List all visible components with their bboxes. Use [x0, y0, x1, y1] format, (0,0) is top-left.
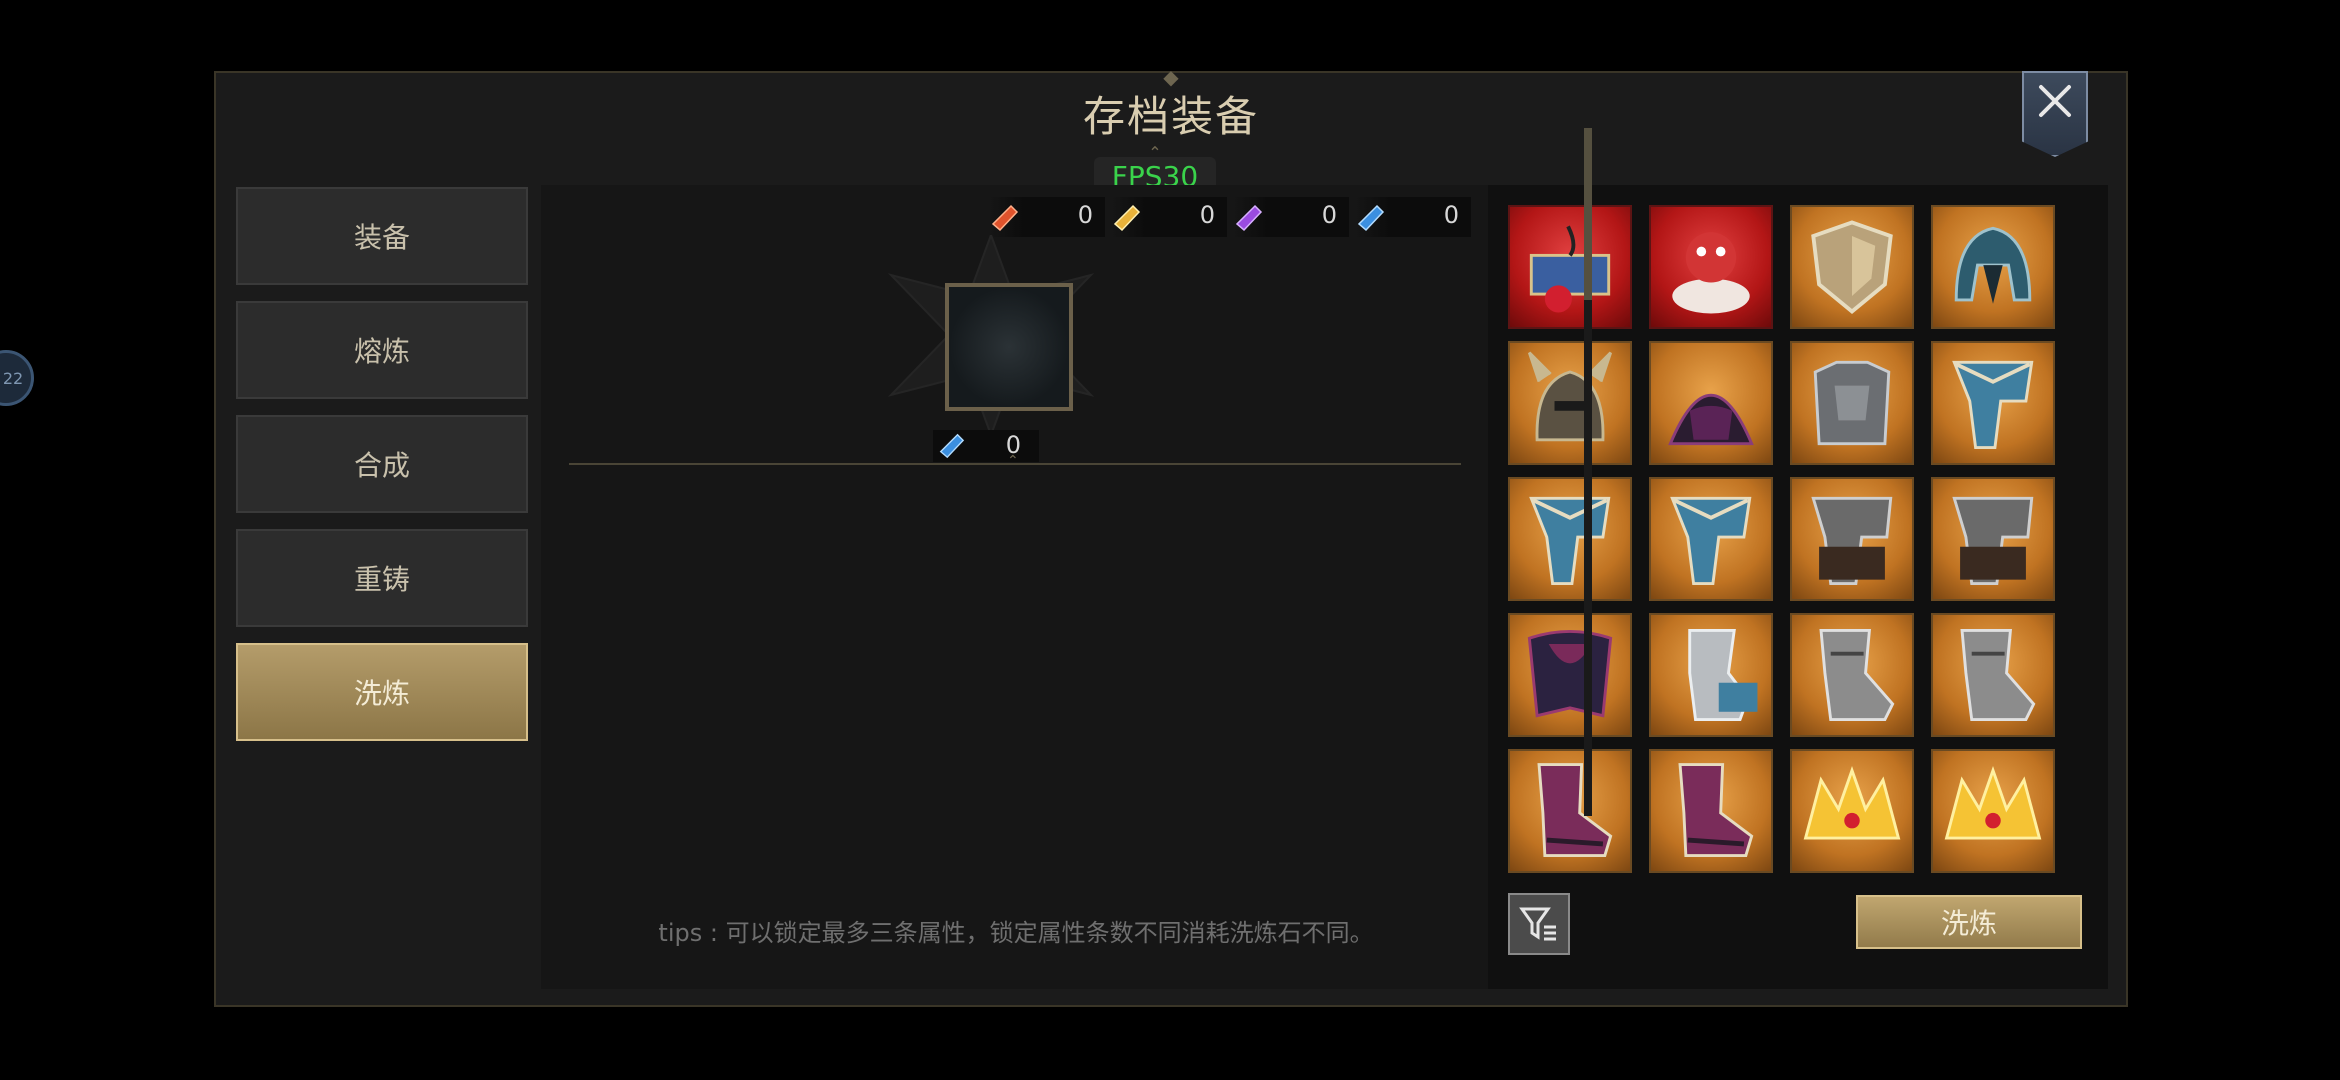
currency-purple: 0	[1233, 197, 1349, 237]
divider-ornament-icon: ⌃	[1007, 453, 1019, 469]
purple-gem-icon	[1235, 204, 1263, 232]
gold-crown-item[interactable]	[1790, 749, 1914, 873]
purple-boots-item[interactable]	[1508, 749, 1632, 873]
horned-helmet-item[interactable]	[1508, 341, 1632, 465]
dark-pants-icon	[1811, 496, 1893, 585]
silver-greaves-icon	[1688, 629, 1758, 721]
dark-pants-icon	[1952, 496, 2034, 585]
refine-panel: ◆ 存档装备 ⌃ FPS30 装备 熔炼 合成 重铸 洗炼 0 0 0 0 0 …	[214, 65, 2128, 1007]
refine-button[interactable]: 洗炼	[1856, 895, 2082, 949]
blue-gem-icon	[1357, 204, 1385, 232]
menu-item-smelt[interactable]: 熔炼	[236, 301, 528, 399]
wizard-hat-item[interactable]	[1649, 341, 1773, 465]
steel-boots-item[interactable]	[1931, 613, 2055, 737]
blue-pants-item[interactable]	[1649, 477, 1773, 601]
currency-blue: 0	[1355, 197, 1471, 237]
tips-text: tips : 可以锁定最多三条属性，锁定属性条数不同消耗洗炼石不同。	[658, 919, 1374, 947]
gold-crown-icon	[1803, 765, 1901, 840]
inventory-scrollbar-thumb[interactable]	[1584, 128, 1592, 300]
horned-helmet-icon	[1527, 351, 1613, 442]
spiked-helmet-item[interactable]	[1931, 205, 2055, 329]
blue-pants-item[interactable]	[1931, 341, 2055, 465]
currency-value: 0	[1443, 201, 1459, 229]
blue-pants-icon	[1529, 496, 1611, 585]
dark-pants-item[interactable]	[1790, 477, 1914, 601]
steel-boots-icon	[1960, 629, 2036, 721]
currency-red: 0	[989, 197, 1105, 237]
menu-item-compose[interactable]: 合成	[236, 415, 528, 513]
currency-gold: 0	[1111, 197, 1227, 237]
inventory-panel: 洗炼	[1488, 185, 2108, 989]
page-title: 存档装备	[1082, 92, 1259, 141]
menu-item-label: 熔炼	[353, 335, 410, 368]
purple-boots-icon	[1678, 763, 1754, 857]
monster-figurine-icon	[1672, 232, 1750, 314]
red-gem-icon	[991, 204, 1019, 232]
filter-icon	[1519, 907, 1556, 941]
steel-boots-icon	[1819, 629, 1895, 721]
menu-item-refine[interactable]: 洗炼	[236, 643, 528, 741]
treasure-chest-icon	[1529, 225, 1611, 313]
inventory-grid	[1508, 205, 2068, 873]
dark-pants-item[interactable]	[1931, 477, 2055, 601]
menu-item-equipment[interactable]: 装备	[236, 187, 528, 285]
spiked-helmet-icon	[1954, 226, 2032, 304]
menu-item-label: 合成	[353, 449, 410, 482]
menu-item-reforge[interactable]: 重铸	[236, 529, 528, 627]
silver-greaves-item[interactable]	[1649, 613, 1773, 737]
equipment-slot-area: 0	[887, 235, 1095, 462]
plate-armor-icon	[1813, 360, 1891, 446]
close-button[interactable]	[2022, 71, 2088, 157]
blue-pants-item[interactable]	[1508, 477, 1632, 601]
close-icon	[2039, 85, 2071, 117]
slot-cost: 0	[933, 430, 1039, 462]
filter-button[interactable]	[1508, 893, 1570, 955]
menu-item-label: 重铸	[353, 563, 410, 596]
purple-boots-icon	[1537, 763, 1613, 857]
blue-pants-icon	[1670, 496, 1752, 585]
refine-workspace: 0 0 0 0 0 ⌃ tips: 可以锁定最多三条属性，锁定属性条数不同消耗…	[541, 185, 1491, 989]
wizard-hat-icon	[1668, 394, 1754, 446]
side-menu: 装备 熔炼 合成 重铸 洗炼	[236, 187, 528, 757]
shield-icon	[1811, 220, 1893, 315]
currency-bar: 0 0 0 0	[989, 197, 1471, 237]
blue-gem-icon	[939, 433, 965, 459]
blue-pants-icon	[1952, 360, 2034, 449]
bubble-label: 22	[2, 368, 24, 388]
cloak-pants-item[interactable]	[1508, 613, 1632, 737]
menu-item-label: 洗炼	[353, 677, 410, 710]
steel-boots-item[interactable]	[1790, 613, 1914, 737]
shield-item[interactable]	[1790, 205, 1914, 329]
treasure-chest-item[interactable]	[1508, 205, 1632, 329]
gold-crown-item[interactable]	[1931, 749, 2055, 873]
cloak-pants-icon	[1527, 630, 1613, 718]
purple-boots-item[interactable]	[1649, 749, 1773, 873]
floating-assist-bubble[interactable]: 22	[0, 350, 34, 406]
monster-figurine-item[interactable]	[1649, 205, 1773, 329]
menu-item-label: 装备	[353, 221, 410, 254]
plate-armor-item[interactable]	[1790, 341, 1914, 465]
currency-value: 0	[1199, 201, 1215, 229]
gold-gem-icon	[1113, 204, 1141, 232]
equipment-slot[interactable]	[945, 283, 1073, 411]
currency-value: 0	[1321, 201, 1337, 229]
gold-crown-icon	[1944, 765, 2042, 840]
currency-value: 0	[1077, 201, 1093, 229]
